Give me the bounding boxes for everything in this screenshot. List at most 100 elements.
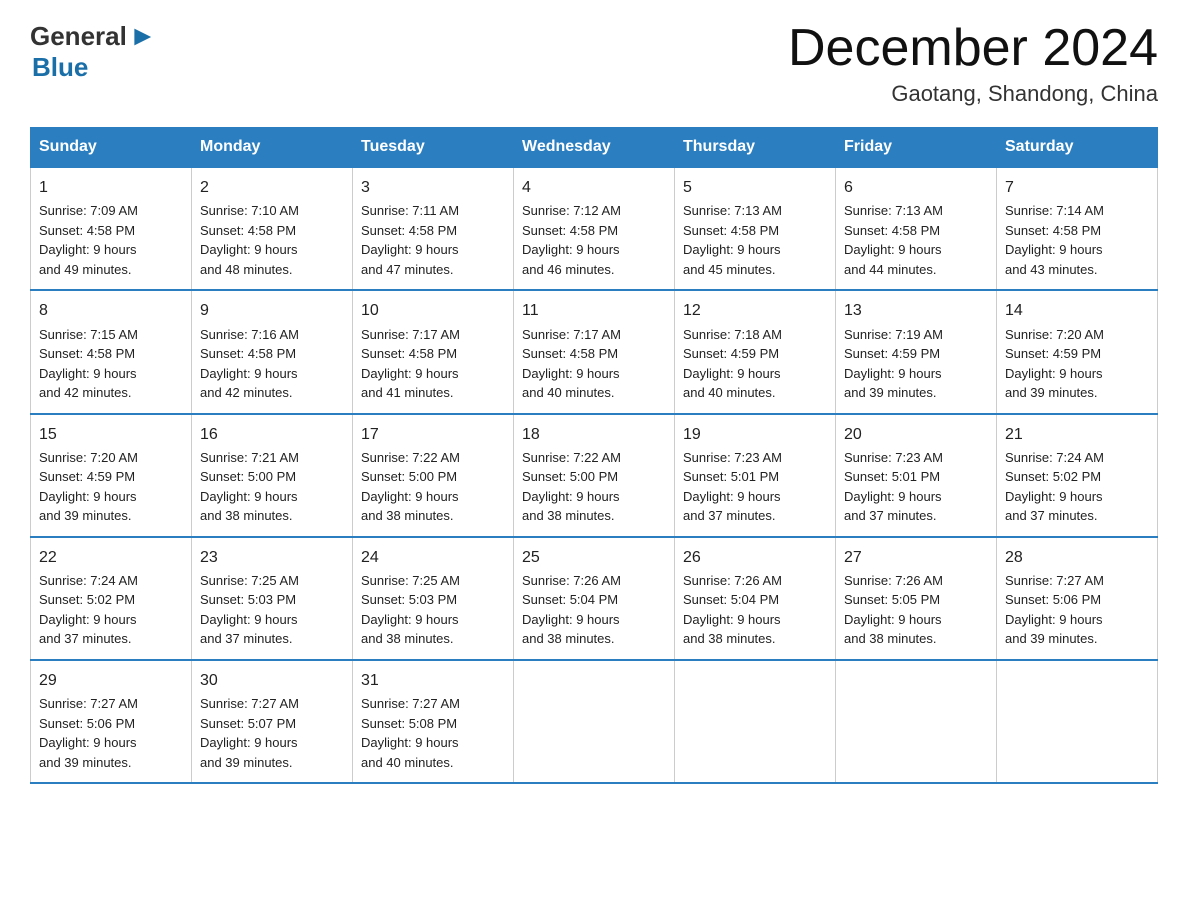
column-header-monday: Monday <box>192 128 353 168</box>
day-number: 27 <box>844 546 988 569</box>
day-number: 9 <box>200 299 344 322</box>
day-info: Sunrise: 7:19 AMSunset: 4:59 PMDaylight:… <box>844 325 988 403</box>
day-info: Sunrise: 7:09 AMSunset: 4:58 PMDaylight:… <box>39 201 183 279</box>
calendar-cell <box>675 660 836 783</box>
day-number: 13 <box>844 299 988 322</box>
calendar-cell: 19Sunrise: 7:23 AMSunset: 5:01 PMDayligh… <box>675 414 836 537</box>
day-info: Sunrise: 7:25 AMSunset: 5:03 PMDaylight:… <box>361 571 505 649</box>
day-number: 3 <box>361 176 505 199</box>
day-number: 11 <box>522 299 666 322</box>
calendar-week-row: 1Sunrise: 7:09 AMSunset: 4:58 PMDaylight… <box>31 167 1158 290</box>
day-number: 4 <box>522 176 666 199</box>
calendar-cell: 20Sunrise: 7:23 AMSunset: 5:01 PMDayligh… <box>836 414 997 537</box>
day-info: Sunrise: 7:23 AMSunset: 5:01 PMDaylight:… <box>844 448 988 526</box>
day-number: 10 <box>361 299 505 322</box>
day-number: 5 <box>683 176 827 199</box>
day-number: 25 <box>522 546 666 569</box>
day-info: Sunrise: 7:21 AMSunset: 5:00 PMDaylight:… <box>200 448 344 526</box>
calendar-cell <box>997 660 1158 783</box>
day-info: Sunrise: 7:17 AMSunset: 4:58 PMDaylight:… <box>522 325 666 403</box>
day-info: Sunrise: 7:16 AMSunset: 4:58 PMDaylight:… <box>200 325 344 403</box>
column-header-tuesday: Tuesday <box>353 128 514 168</box>
day-number: 22 <box>39 546 183 569</box>
day-info: Sunrise: 7:25 AMSunset: 5:03 PMDaylight:… <box>200 571 344 649</box>
calendar-cell: 13 Sunrise: 7:19 AMSunset: 4:59 PMDayligh… <box>836 290 997 413</box>
day-info: Sunrise: 7:22 AMSunset: 5:00 PMDaylight:… <box>361 448 505 526</box>
day-number: 15 <box>39 423 183 446</box>
day-number: 7 <box>1005 176 1149 199</box>
calendar-week-row: 29Sunrise: 7:27 AMSunset: 5:06 PMDayligh… <box>31 660 1158 783</box>
calendar-cell: 18Sunrise: 7:22 AMSunset: 5:00 PMDayligh… <box>514 414 675 537</box>
day-number: 28 <box>1005 546 1149 569</box>
title-block: December 2024 Gaotang, Shandong, China <box>788 20 1158 107</box>
day-number: 26 <box>683 546 827 569</box>
day-number: 20 <box>844 423 988 446</box>
calendar-cell: 15Sunrise: 7:20 AMSunset: 4:59 PMDayligh… <box>31 414 192 537</box>
day-info: Sunrise: 7:27 AMSunset: 5:06 PMDaylight:… <box>1005 571 1149 649</box>
calendar-cell: 23Sunrise: 7:25 AMSunset: 5:03 PMDayligh… <box>192 537 353 660</box>
day-info: Sunrise: 7:23 AMSunset: 5:01 PMDaylight:… <box>683 448 827 526</box>
day-info: Sunrise: 7:27 AMSunset: 5:08 PMDaylight:… <box>361 694 505 772</box>
day-info: Sunrise: 7:26 AMSunset: 5:05 PMDaylight:… <box>844 571 988 649</box>
day-info: Sunrise: 7:27 AMSunset: 5:07 PMDaylight:… <box>200 694 344 772</box>
day-info: Sunrise: 7:15 AMSunset: 4:58 PMDaylight:… <box>39 325 183 403</box>
day-info: Sunrise: 7:13 AMSunset: 4:58 PMDaylight:… <box>844 201 988 279</box>
day-number: 19 <box>683 423 827 446</box>
day-info: Sunrise: 7:12 AMSunset: 4:58 PMDaylight:… <box>522 201 666 279</box>
column-header-sunday: Sunday <box>31 128 192 168</box>
day-number: 8 <box>39 299 183 322</box>
column-header-friday: Friday <box>836 128 997 168</box>
calendar-cell: 30Sunrise: 7:27 AMSunset: 5:07 PMDayligh… <box>192 660 353 783</box>
calendar-cell: 11 Sunrise: 7:17 AMSunset: 4:58 PMDayligh… <box>514 290 675 413</box>
day-number: 21 <box>1005 423 1149 446</box>
logo: General ► Blue <box>30 20 157 83</box>
day-info: Sunrise: 7:24 AMSunset: 5:02 PMDaylight:… <box>1005 448 1149 526</box>
calendar-table: SundayMondayTuesdayWednesdayThursdayFrid… <box>30 127 1158 784</box>
day-info: Sunrise: 7:13 AMSunset: 4:58 PMDaylight:… <box>683 201 827 279</box>
day-number: 30 <box>200 669 344 692</box>
calendar-week-row: 15Sunrise: 7:20 AMSunset: 4:59 PMDayligh… <box>31 414 1158 537</box>
calendar-cell: 25Sunrise: 7:26 AMSunset: 5:04 PMDayligh… <box>514 537 675 660</box>
day-info: Sunrise: 7:17 AMSunset: 4:58 PMDaylight:… <box>361 325 505 403</box>
calendar-cell: 9 Sunrise: 7:16 AMSunset: 4:58 PMDaylight… <box>192 290 353 413</box>
day-info: Sunrise: 7:24 AMSunset: 5:02 PMDaylight:… <box>39 571 183 649</box>
day-info: Sunrise: 7:20 AMSunset: 4:59 PMDaylight:… <box>39 448 183 526</box>
column-header-wednesday: Wednesday <box>514 128 675 168</box>
calendar-cell: 31Sunrise: 7:27 AMSunset: 5:08 PMDayligh… <box>353 660 514 783</box>
day-number: 2 <box>200 176 344 199</box>
day-info: Sunrise: 7:26 AMSunset: 5:04 PMDaylight:… <box>683 571 827 649</box>
calendar-cell: 16Sunrise: 7:21 AMSunset: 5:00 PMDayligh… <box>192 414 353 537</box>
calendar-week-row: 8 Sunrise: 7:15 AMSunset: 4:58 PMDaylight… <box>31 290 1158 413</box>
calendar-cell: 7Sunrise: 7:14 AMSunset: 4:58 PMDaylight… <box>997 167 1158 290</box>
calendar-cell <box>836 660 997 783</box>
calendar-cell: 10 Sunrise: 7:17 AMSunset: 4:58 PMDayligh… <box>353 290 514 413</box>
calendar-cell: 1Sunrise: 7:09 AMSunset: 4:58 PMDaylight… <box>31 167 192 290</box>
day-info: Sunrise: 7:26 AMSunset: 5:04 PMDaylight:… <box>522 571 666 649</box>
calendar-cell: 21Sunrise: 7:24 AMSunset: 5:02 PMDayligh… <box>997 414 1158 537</box>
day-number: 31 <box>361 669 505 692</box>
day-number: 17 <box>361 423 505 446</box>
logo-general-text: General <box>30 21 127 52</box>
calendar-cell: 8 Sunrise: 7:15 AMSunset: 4:58 PMDaylight… <box>31 290 192 413</box>
column-header-thursday: Thursday <box>675 128 836 168</box>
day-number: 12 <box>683 299 827 322</box>
day-info: Sunrise: 7:20 AMSunset: 4:59 PMDaylight:… <box>1005 325 1149 403</box>
calendar-cell: 27Sunrise: 7:26 AMSunset: 5:05 PMDayligh… <box>836 537 997 660</box>
calendar-cell: 17Sunrise: 7:22 AMSunset: 5:00 PMDayligh… <box>353 414 514 537</box>
calendar-cell: 22Sunrise: 7:24 AMSunset: 5:02 PMDayligh… <box>31 537 192 660</box>
month-title: December 2024 <box>788 20 1158 77</box>
logo-blue-text: Blue <box>32 52 88 83</box>
day-info: Sunrise: 7:27 AMSunset: 5:06 PMDaylight:… <box>39 694 183 772</box>
calendar-cell: 6Sunrise: 7:13 AMSunset: 4:58 PMDaylight… <box>836 167 997 290</box>
calendar-cell: 5Sunrise: 7:13 AMSunset: 4:58 PMDaylight… <box>675 167 836 290</box>
day-info: Sunrise: 7:11 AMSunset: 4:58 PMDaylight:… <box>361 201 505 279</box>
day-number: 6 <box>844 176 988 199</box>
calendar-cell: 14Sunrise: 7:20 AMSunset: 4:59 PMDayligh… <box>997 290 1158 413</box>
day-number: 29 <box>39 669 183 692</box>
day-number: 23 <box>200 546 344 569</box>
calendar-cell: 24Sunrise: 7:25 AMSunset: 5:03 PMDayligh… <box>353 537 514 660</box>
calendar-cell: 2Sunrise: 7:10 AMSunset: 4:58 PMDaylight… <box>192 167 353 290</box>
calendar-header-row: SundayMondayTuesdayWednesdayThursdayFrid… <box>31 128 1158 168</box>
calendar-cell: 28Sunrise: 7:27 AMSunset: 5:06 PMDayligh… <box>997 537 1158 660</box>
page-header: General ► Blue December 2024 Gaotang, Sh… <box>30 20 1158 107</box>
